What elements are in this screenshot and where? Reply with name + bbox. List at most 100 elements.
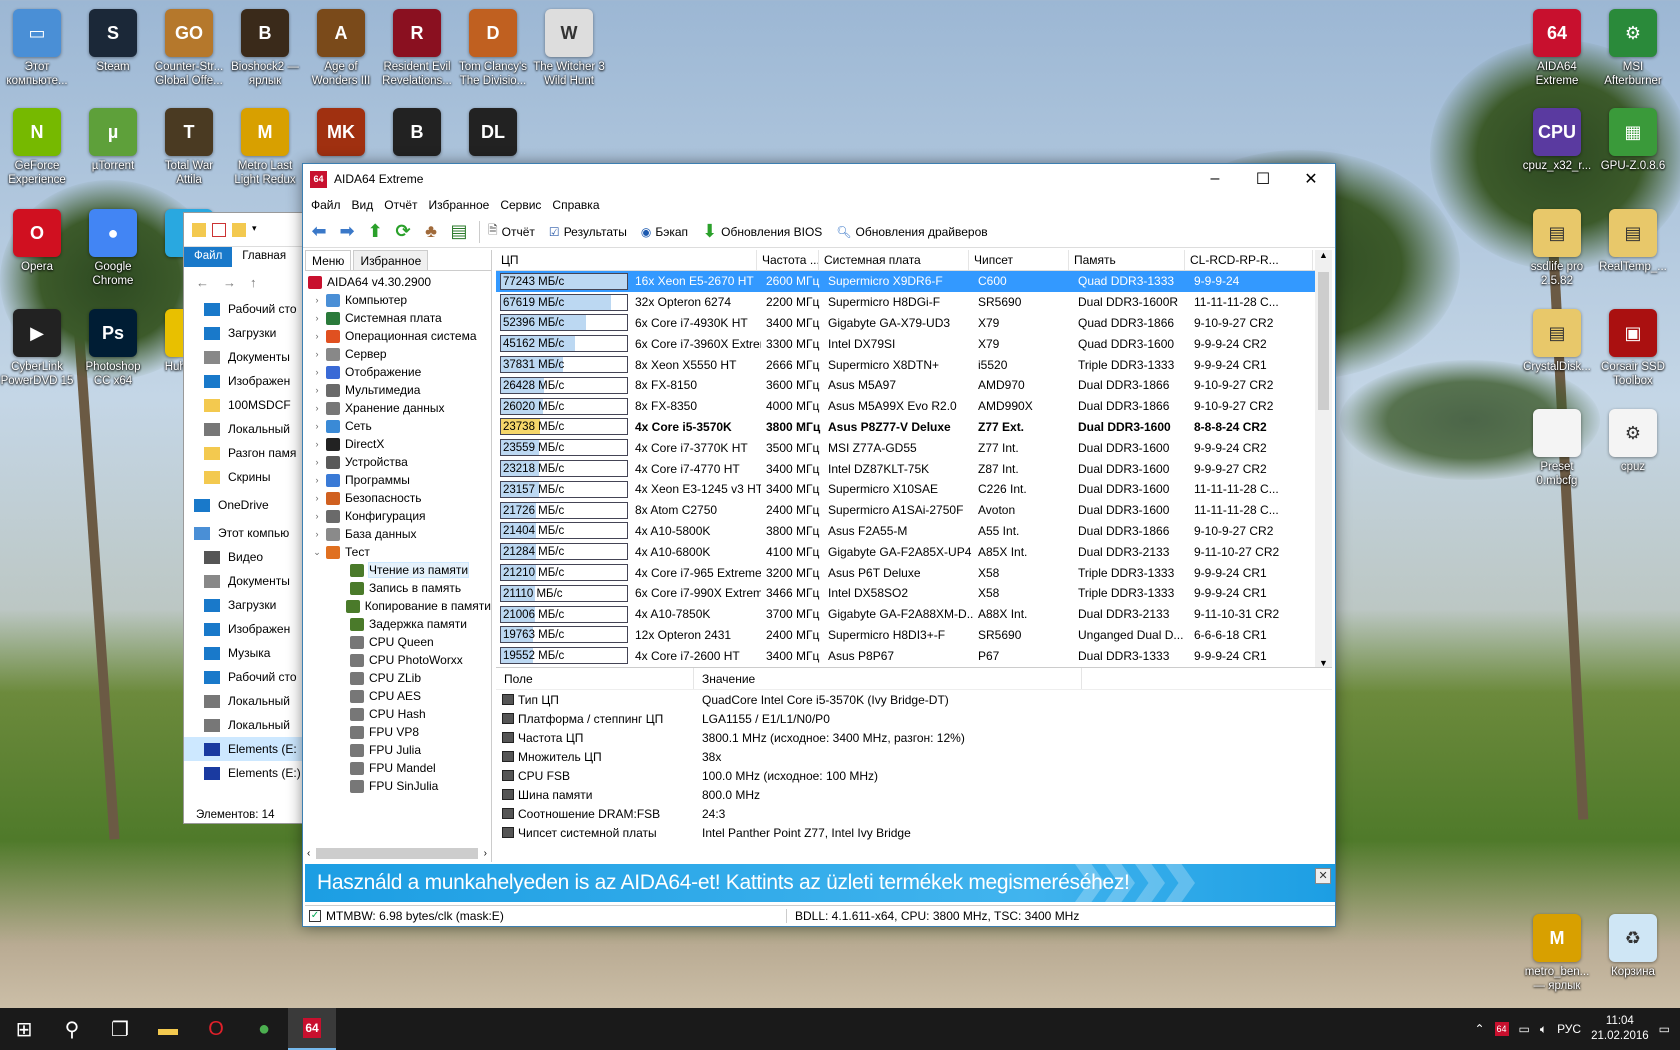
table-row[interactable]: 23157 МБ/с 4x Xeon E3-1245 v3 HT 3400 МГц S…: [496, 479, 1332, 500]
table-row[interactable]: 52396 МБ/с 6x Core i7-4930K HT 3400 МГц Gig…: [496, 313, 1332, 334]
driver-update-button[interactable]: 🔍︎ Обновления драйверов: [836, 225, 987, 239]
menu-favorites[interactable]: Избранное: [426, 198, 498, 212]
column-motherboard[interactable]: Системная плата: [819, 250, 969, 270]
up-arrow-icon[interactable]: ⬆: [363, 220, 387, 244]
task-view-icon[interactable]: ❐: [96, 1008, 144, 1050]
table-row[interactable]: 21006 МБ/с 4x A10-7850K 3700 МГц Gigabyte G…: [496, 604, 1332, 625]
desktop-icon[interactable]: T Total War Attila: [152, 104, 226, 200]
table-row[interactable]: 23218 МБ/с 4x Core i7-4770 HT 3400 МГц Inte…: [496, 458, 1332, 479]
explorer-nav-item[interactable]: Изображен: [184, 369, 302, 393]
table-row[interactable]: 21210 МБ/с 4x Core i7-965 Extreme HT 3200 …: [496, 562, 1332, 583]
chevron-down-icon[interactable]: ▾: [252, 223, 266, 237]
explorer-nav-item[interactable]: 100MSDCF: [184, 393, 302, 417]
desktop-icon[interactable]: ⚙ MSI Afterburner: [1596, 5, 1670, 101]
desktop-icon[interactable]: ● Google Chrome: [76, 205, 150, 301]
scroll-right-icon[interactable]: ›: [484, 848, 487, 859]
tree-item[interactable]: › Устройства: [305, 453, 491, 471]
desktop-icon[interactable]: ▣ Corsair SSD Toolbox: [1596, 305, 1670, 401]
tree-item[interactable]: Запись в память: [305, 579, 491, 597]
table-row[interactable]: 67619 МБ/с 32x Opteron 6274 2200 МГц Superm…: [496, 292, 1332, 313]
table-row[interactable]: 45162 МБ/с 6x Core i7-3960X Extrem... 3300…: [496, 333, 1332, 354]
explorer-nav-item[interactable]: OneDrive: [184, 493, 302, 517]
expand-arrow-icon[interactable]: ›: [311, 457, 323, 467]
desktop-icon[interactable]: ▤ ssdlife pro 2.5.82: [1520, 205, 1594, 301]
column-frequency[interactable]: Частота ...: [757, 250, 819, 270]
column-cpu[interactable]: ЦП: [496, 250, 757, 270]
column-field[interactable]: Поле: [496, 668, 694, 689]
tree-item[interactable]: › Компьютер: [305, 291, 491, 309]
tree-item[interactable]: › Операционная система: [305, 327, 491, 345]
expand-arrow-icon[interactable]: ›: [311, 511, 323, 521]
table-row[interactable]: 19552 МБ/с 4x Core i7-2600 HT 3400 МГц Asus…: [496, 645, 1332, 666]
results-vertical-scrollbar[interactable]: ▲ ▼: [1315, 250, 1332, 668]
tree-item[interactable]: › Сеть: [305, 417, 491, 435]
desktop-icon[interactable]: ▤ CrystalDisk...: [1520, 305, 1594, 401]
taskbar-opera[interactable]: O: [192, 1008, 240, 1050]
table-row[interactable]: 23559 МБ/с 4x Core i7-3770K HT 3500 МГц MSI…: [496, 437, 1332, 458]
promo-banner[interactable]: Használd a munkahelyeden is az AIDA64-et…: [305, 864, 1335, 902]
desktop-icon[interactable]: B Bioshock2 — ярлык: [228, 5, 302, 101]
tree-item[interactable]: › Системная плата: [305, 309, 491, 327]
desktop-icon[interactable]: D Tom Clancy's The Divisio...: [456, 5, 530, 101]
menu-report[interactable]: Отчёт: [381, 198, 425, 212]
taskbar-explorer[interactable]: ▬: [144, 1008, 192, 1050]
expand-arrow-icon[interactable]: ›: [311, 493, 323, 503]
users-icon[interactable]: ♣: [419, 220, 443, 244]
explorer-nav-item[interactable]: Рабочий сто: [184, 665, 302, 689]
column-timings[interactable]: CL-RCD-RP-R...: [1185, 250, 1313, 270]
bios-update-button[interactable]: ⬇ Обновления BIOS: [702, 221, 822, 242]
table-row[interactable]: 26020 МБ/с 8x FX-8350 4000 МГц Asus M5A99X …: [496, 396, 1332, 417]
expand-arrow-icon[interactable]: ›: [311, 403, 323, 413]
expand-arrow-icon[interactable]: ›: [311, 331, 323, 341]
detail-row[interactable]: Соотношение DRAM:FSB 24:3: [496, 804, 1332, 823]
tree-item[interactable]: FPU VP8: [305, 723, 491, 741]
desktop-icon[interactable]: R Resident Evil Revelations...: [380, 5, 454, 101]
detail-row[interactable]: Множитель ЦП 38x: [496, 747, 1332, 766]
expand-arrow-icon[interactable]: ›: [311, 295, 323, 305]
desktop-icon[interactable]: S Steam: [76, 5, 150, 101]
start-button[interactable]: ⊞: [0, 1008, 48, 1050]
forward-arrow-icon[interactable]: →: [223, 275, 236, 290]
detail-row[interactable]: Тип ЦП QuadCore Intel Core i5-3570K (Ivy …: [496, 690, 1332, 709]
explorer-nav-item[interactable]: Локальный: [184, 417, 302, 441]
back-arrow-icon[interactable]: ⬅: [307, 220, 331, 244]
expand-arrow-icon[interactable]: ›: [311, 439, 323, 449]
new-folder-icon[interactable]: [232, 222, 246, 237]
table-row[interactable]: 21726 МБ/с 8x Atom C2750 2400 МГц Supermicr…: [496, 500, 1332, 521]
explorer-nav-item[interactable]: Загрузки: [184, 321, 302, 345]
status-checkbox[interactable]: ✓: [309, 909, 321, 922]
desktop-icon[interactable]: µ µTorrent: [76, 104, 150, 200]
detail-row[interactable]: Платформа / степпинг ЦП LGA1155 / E1/L1/N…: [496, 709, 1332, 728]
desktop-icon[interactable]: M Metro Last Light Redux: [228, 104, 302, 200]
search-icon[interactable]: ⚲: [48, 1008, 96, 1050]
table-row[interactable]: 19763 МБ/с 12x Opteron 2431 2400 МГц Superm…: [496, 625, 1332, 646]
expand-arrow-icon[interactable]: ›: [311, 385, 323, 395]
detail-row[interactable]: Частота ЦП 3800.1 MHz (исходное: 3400 MHz…: [496, 728, 1332, 747]
properties-icon[interactable]: [212, 222, 226, 237]
menu-tools[interactable]: Сервис: [497, 198, 549, 212]
table-row[interactable]: 21110 МБ/с 6x Core i7-990X Extreme ... 346…: [496, 583, 1332, 604]
scrollbar-thumb[interactable]: [1318, 272, 1329, 410]
scrollbar-thumb[interactable]: [316, 848, 478, 859]
expand-arrow-icon[interactable]: ›: [311, 367, 323, 377]
tree-item[interactable]: CPU Queen: [305, 633, 491, 651]
desktop-icon[interactable]: ⚙ cpuz: [1596, 405, 1670, 501]
volume-icon[interactable]: 🔈︎: [1540, 1022, 1547, 1037]
desktop-icon[interactable]: ▶ CyberLink PowerDVD 15: [0, 305, 74, 401]
ribbon-tab-home[interactable]: Главная: [232, 247, 296, 267]
tree-item[interactable]: FPU Julia: [305, 741, 491, 759]
expand-arrow-icon[interactable]: ›: [311, 529, 323, 539]
desktop-icon[interactable]: GO Counter-Str... Global Offe...: [152, 5, 226, 101]
desktop-icon[interactable]: W The Witcher 3 Wild Hunt: [532, 5, 606, 101]
tree-item[interactable]: Копирование в памяти: [305, 597, 491, 615]
taskbar-aida64[interactable]: 64: [288, 1008, 336, 1050]
aida64-tray-icon[interactable]: 64: [1494, 1022, 1509, 1036]
explorer-nav-item[interactable]: Видео: [184, 545, 302, 569]
results-button[interactable]: ☑ Результаты: [549, 225, 627, 239]
desktop-icon[interactable]: ▦ GPU-Z.0.8.6: [1596, 104, 1670, 200]
file-explorer-window[interactable]: ▾ Файл Главная ← → ↑ Рабочий сто Загрузки…: [183, 212, 303, 824]
notifications-icon[interactable]: ▭: [1659, 1022, 1670, 1036]
explorer-nav-item[interactable]: Документы: [184, 569, 302, 593]
explorer-nav-item[interactable]: Локальный: [184, 689, 302, 713]
forward-arrow-icon[interactable]: ➡: [335, 220, 359, 244]
